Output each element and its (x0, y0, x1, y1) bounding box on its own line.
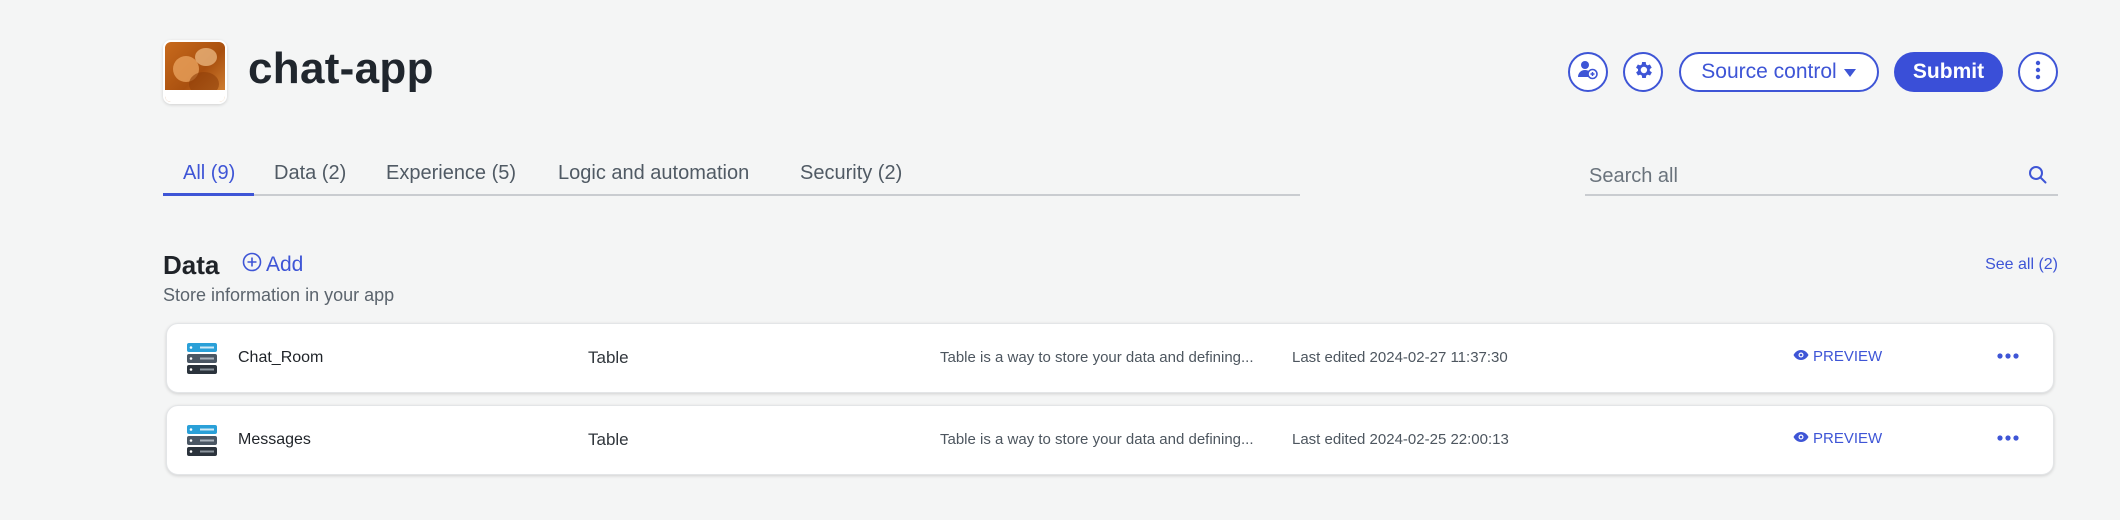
add-label: Add (266, 253, 304, 276)
gear-icon (1632, 59, 1654, 86)
preview-button[interactable]: PREVIEW (1793, 430, 1882, 447)
app-logo (163, 40, 227, 104)
tab-data[interactable]: Data (2) (274, 162, 346, 196)
vertical-dots-icon (2035, 60, 2041, 85)
user-share-icon (1577, 59, 1599, 86)
tab-logic-and-automation[interactable]: Logic and automation (558, 162, 749, 196)
search-input[interactable] (1589, 160, 2009, 192)
eye-icon (1793, 348, 1809, 365)
database-icon (187, 343, 217, 380)
add-data-button[interactable]: Add (242, 252, 303, 278)
eye-icon (1793, 430, 1809, 447)
caret-down-icon (1843, 60, 1857, 84)
row-type: Table (588, 430, 629, 449)
preview-button[interactable]: PREVIEW (1793, 348, 1882, 365)
tab-all[interactable]: All (9) (183, 162, 235, 196)
preview-label: PREVIEW (1813, 430, 1883, 447)
row-name[interactable]: Chat_Room (238, 349, 323, 367)
row-type: Table (588, 348, 629, 367)
tab-security[interactable]: Security (2) (800, 162, 902, 196)
plus-circle-icon (242, 252, 262, 278)
horizontal-dots-icon[interactable] (1997, 428, 2019, 446)
section-description: Store information in your app (163, 285, 395, 305)
row-description: Table is a way to store your data and de… (940, 431, 1254, 448)
section-title: Data (163, 250, 220, 280)
row-description: Table is a way to store your data and de… (940, 349, 1254, 366)
page-title: chat-app (248, 44, 434, 93)
search-icon[interactable] (2028, 165, 2048, 190)
source-control-button[interactable]: Source control (1679, 52, 1879, 92)
row-last-edited: Last edited 2024-02-25 22:00:13 (1292, 431, 1509, 448)
tab-experience[interactable]: Experience (5) (386, 162, 516, 196)
more-options-button[interactable] (2018, 52, 2058, 92)
settings-button[interactable] (1623, 52, 1663, 92)
active-tab-indicator (163, 193, 254, 196)
app-page: chat-app Source control Submit All (9) D… (0, 0, 2120, 520)
table-row[interactable]: Chat_Room Table Table is a way to store … (166, 323, 2054, 393)
horizontal-dots-icon[interactable] (1997, 346, 2019, 364)
share-users-button[interactable] (1568, 52, 1608, 92)
submit-button[interactable]: Submit (1894, 52, 2003, 92)
table-row[interactable]: Messages Table Table is a way to store y… (166, 405, 2054, 475)
row-last-edited: Last edited 2024-02-27 11:37:30 (1292, 349, 1508, 366)
category-tabs: All (9) Data (2) Experience (5) Logic an… (163, 160, 1300, 196)
see-all-link[interactable]: See all (2) (1985, 256, 2058, 274)
search-box (1585, 160, 2058, 196)
row-name[interactable]: Messages (238, 431, 311, 449)
preview-label: PREVIEW (1813, 348, 1883, 365)
database-icon (187, 425, 217, 462)
source-control-label: Source control (1701, 60, 1837, 83)
